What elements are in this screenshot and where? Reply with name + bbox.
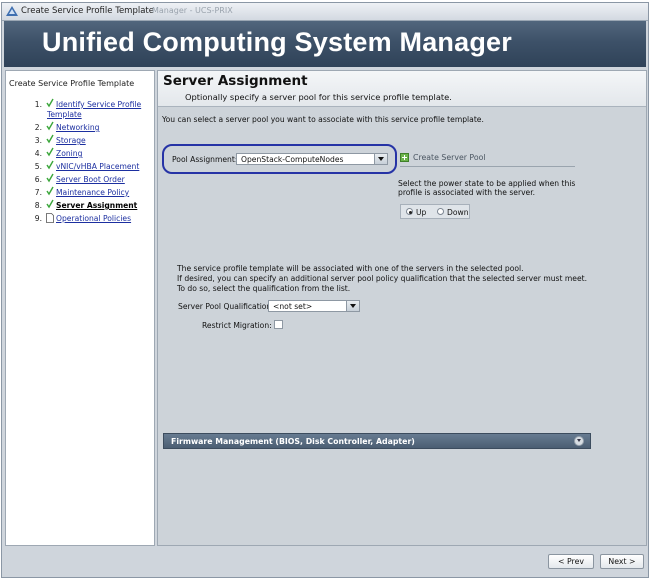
title-bar: Create Service Profile Template Manager …	[2, 3, 648, 21]
step-number: 4.	[34, 149, 42, 158]
qualification-value: <not set>	[273, 302, 313, 311]
chevron-down-icon[interactable]	[374, 154, 387, 164]
main-panel: Server Assignment Optionally specify a s…	[157, 70, 647, 546]
app-banner: Unified Computing System Manager	[4, 21, 646, 67]
check-icon	[46, 134, 54, 144]
step-number: 5.	[34, 162, 42, 171]
check-icon	[46, 121, 54, 131]
qualification-label: Server Pool Qualification:	[178, 302, 274, 311]
next-button[interactable]: Next >	[600, 554, 644, 569]
wizard-footer: < Prev Next >	[4, 548, 646, 575]
step-number: 9.	[34, 214, 42, 223]
power-state-group: Up Down	[400, 204, 470, 219]
step-label[interactable]: Storage	[56, 136, 86, 145]
prev-button[interactable]: < Prev	[548, 554, 594, 569]
check-icon	[46, 199, 54, 209]
association-text-1: The service profile template will be ass…	[177, 264, 524, 273]
step-number: 2.	[34, 123, 42, 132]
steps-heading: Create Service Profile Template	[9, 79, 135, 88]
panel-header: Server Assignment Optionally specify a s…	[158, 71, 646, 107]
divider	[400, 166, 575, 167]
restrict-migration-checkbox[interactable]	[274, 320, 283, 329]
check-icon	[46, 160, 54, 170]
power-state-text-2: profile is associated with the server.	[398, 188, 536, 197]
page-subtitle: Optionally specify a server pool for thi…	[185, 92, 452, 102]
document-icon	[46, 213, 54, 223]
check-icon	[46, 98, 54, 108]
step-label[interactable]: Server Boot Order	[56, 175, 125, 184]
intro-text: You can select a server pool you want to…	[162, 115, 484, 124]
window-title: Create Service Profile Template	[21, 6, 154, 16]
association-text-2: If desired, you can specify an additiona…	[177, 274, 588, 283]
power-down-radio[interactable]	[437, 208, 444, 215]
step-label[interactable]: Identify Service Profile	[56, 100, 141, 109]
step-label[interactable]: Networking	[56, 123, 99, 132]
chevron-down-icon[interactable]	[346, 301, 359, 311]
pool-assignment-value: OpenStack-ComputeNodes	[241, 155, 344, 164]
step-number: 1.	[34, 100, 42, 109]
banner-title: Unified Computing System Manager	[42, 27, 512, 57]
expand-icon[interactable]	[574, 436, 584, 446]
window-title-suffix: Manager - UCS-PRIX	[152, 6, 233, 15]
qualification-select[interactable]: <not set>	[268, 300, 360, 312]
check-icon	[46, 186, 54, 196]
wizard-steps-panel: Create Service Profile Template 1. Ident…	[5, 70, 155, 546]
pool-assignment-label: Pool Assignment:	[172, 155, 238, 164]
step-number: 7.	[34, 188, 42, 197]
step-label-cont[interactable]: Template	[47, 110, 82, 119]
power-state-text-1: Select the power state to be applied whe…	[398, 179, 576, 188]
step-label[interactable]: vNIC/vHBA Placement	[56, 162, 139, 171]
step-label[interactable]: Operational Policies	[56, 214, 131, 223]
step-number: 8.	[34, 201, 42, 210]
pool-assignment-select[interactable]: OpenStack-ComputeNodes	[236, 153, 388, 165]
plus-icon	[400, 153, 409, 162]
power-up-radio[interactable]	[406, 208, 413, 215]
ucs-app-icon	[6, 6, 18, 16]
firmware-management-label: Firmware Management (BIOS, Disk Controll…	[171, 437, 415, 446]
step-label[interactable]: Server Assignment	[56, 201, 137, 210]
page-title: Server Assignment	[163, 73, 308, 89]
association-text-3: To do so, select the qualification from …	[177, 284, 351, 293]
check-icon	[46, 173, 54, 183]
power-up-label[interactable]: Up	[416, 208, 426, 217]
step-number: 6.	[34, 175, 42, 184]
step-number: 3.	[34, 136, 42, 145]
power-down-label[interactable]: Down	[447, 208, 469, 217]
wizard-window: Create Service Profile Template Manager …	[1, 2, 649, 578]
check-icon	[46, 147, 54, 157]
restrict-migration-label: Restrict Migration:	[202, 321, 272, 330]
create-server-pool-label[interactable]: Create Server Pool	[413, 153, 486, 162]
step-label[interactable]: Zoning	[56, 149, 82, 158]
firmware-management-section[interactable]: Firmware Management (BIOS, Disk Controll…	[163, 433, 591, 449]
step-label[interactable]: Maintenance Policy	[56, 188, 129, 197]
